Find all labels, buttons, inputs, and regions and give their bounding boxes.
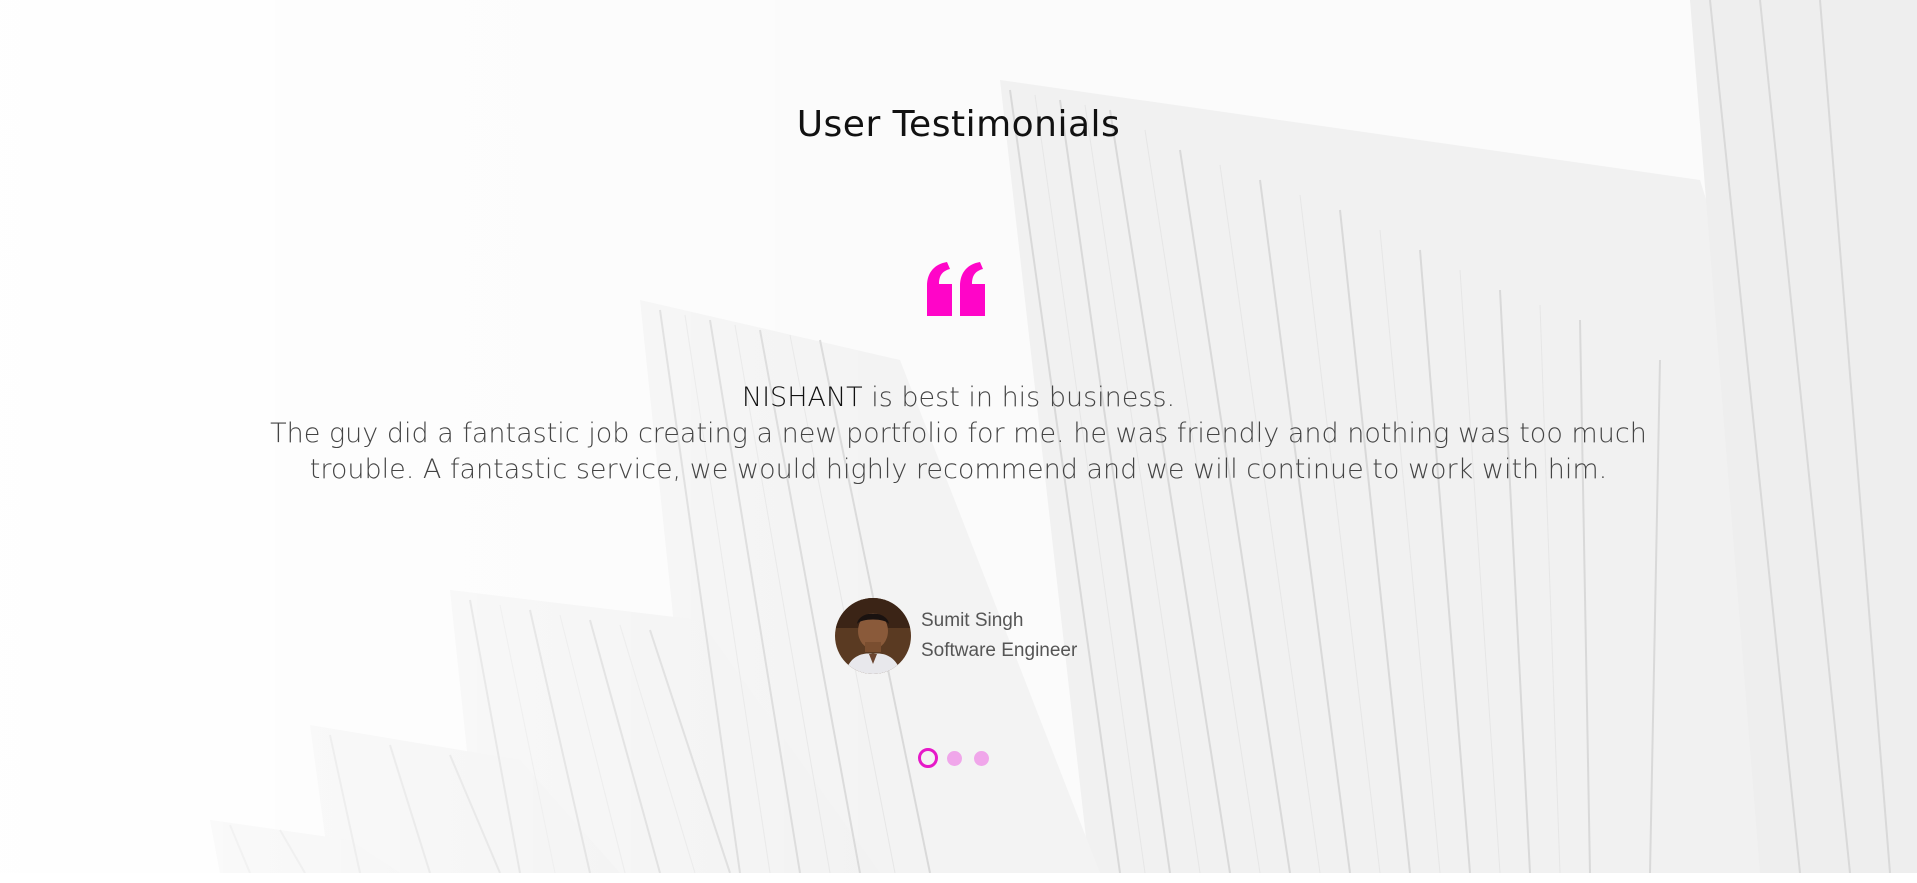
author-text: Sumit Singh Software Engineer xyxy=(921,606,1077,666)
carousel-dot-3[interactable] xyxy=(974,750,989,766)
author-block: Sumit Singh Software Engineer xyxy=(835,598,1077,674)
avatar xyxy=(835,598,911,674)
testimonial-headline-rest: is best in his business. xyxy=(862,382,1176,413)
author-name: Sumit Singh xyxy=(921,610,1024,631)
carousel-dot-2[interactable] xyxy=(947,750,962,766)
testimonials-section: User Testimonials NISHANT is best in his… xyxy=(0,0,1917,873)
quote-icon xyxy=(927,262,985,316)
carousel-pagination xyxy=(918,748,1001,768)
testimonial-headline: NISHANT is best in his business. xyxy=(270,380,1647,416)
section-title: User Testimonials xyxy=(796,104,1121,145)
testimonial-highlight-name: NISHANT xyxy=(741,382,863,413)
testimonial-body: The guy did a fantastic job creating a n… xyxy=(270,418,1647,485)
author-role: Software Engineer xyxy=(921,640,1078,661)
carousel-dot-1[interactable] xyxy=(918,748,938,768)
testimonial-text: NISHANT is best in his business. The guy… xyxy=(270,380,1647,488)
